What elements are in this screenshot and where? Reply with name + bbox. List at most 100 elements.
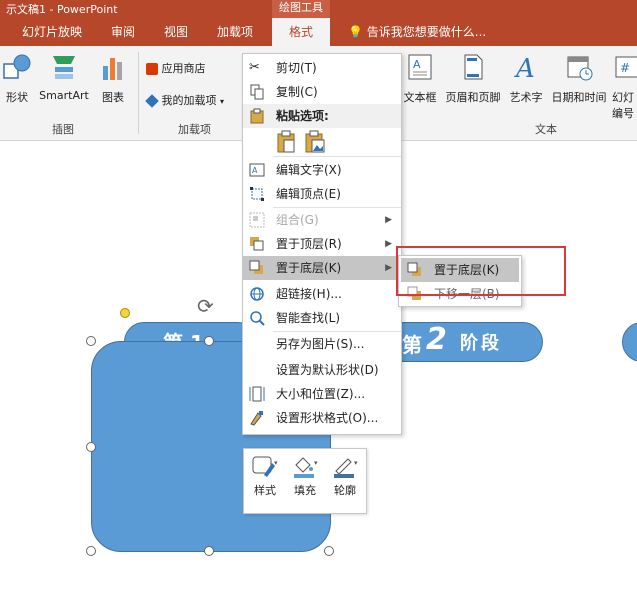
menu-item-save-as-picture[interactable]: 另存为图片(S)... bbox=[243, 332, 401, 356]
smartart-icon bbox=[53, 56, 75, 79]
svg-text:#: # bbox=[620, 61, 630, 75]
wordart-label: 艺术字 bbox=[509, 91, 543, 104]
chevron-right-icon: ▶ bbox=[385, 239, 392, 249]
chevron-right-icon: ▶ bbox=[385, 215, 392, 225]
paste-as-picture-button[interactable] bbox=[304, 130, 326, 157]
stage2-prefix: 第 bbox=[402, 333, 422, 357]
tell-me-box[interactable]: 💡 告诉我您想要做什么... bbox=[348, 18, 486, 46]
send-back-icon bbox=[249, 260, 263, 274]
wordart-button[interactable]: A 艺术字 bbox=[506, 52, 546, 105]
resize-handle-se[interactable] bbox=[324, 546, 334, 556]
slide-number-button[interactable]: # 幻灯 编号 bbox=[612, 52, 637, 121]
wordart-icon: A bbox=[514, 54, 535, 84]
smartart-label: SmartArt bbox=[39, 89, 89, 102]
header-footer-button[interactable]: 页眉和页脚 bbox=[442, 52, 504, 105]
datetime-label: 日期和时间 bbox=[551, 91, 607, 104]
tab-review[interactable]: 审阅 bbox=[111, 18, 135, 46]
stage2-suffix: 阶段 bbox=[460, 333, 502, 354]
svg-text:A: A bbox=[252, 166, 258, 175]
menu-item-group: 组合(G) ▶ bbox=[243, 208, 401, 232]
resize-handle-w[interactable] bbox=[86, 442, 96, 452]
lightbulb-icon: 💡 bbox=[348, 25, 363, 39]
copy-icon bbox=[250, 84, 264, 100]
textbox-button[interactable]: A 文本框 bbox=[398, 52, 442, 105]
header-footer-label: 页眉和页脚 bbox=[445, 91, 501, 104]
format-shape-icon bbox=[250, 411, 263, 426]
shape-style-icon: ▾ bbox=[252, 456, 278, 477]
smart-lookup-icon bbox=[250, 311, 265, 326]
chart-icon bbox=[103, 58, 122, 80]
rotate-handle-icon[interactable]: ⟳ bbox=[197, 294, 214, 318]
size-position-icon bbox=[249, 386, 265, 402]
adjust-handle[interactable] bbox=[120, 308, 130, 318]
pen-outline-icon: ▾ bbox=[334, 458, 358, 478]
datetime-button[interactable]: 日期和时间 bbox=[548, 52, 610, 105]
stage2-banner[interactable]: 第 2 阶段 bbox=[380, 322, 543, 362]
context-menu: ✂ 剪切(T) 复制(C) 粘贴选项: A 编辑文字(X) 编辑顶点(E) 组合… bbox=[242, 53, 402, 435]
tab-format[interactable]: 格式 bbox=[272, 18, 330, 46]
svg-text:A: A bbox=[514, 54, 535, 82]
addins-cube-icon bbox=[145, 94, 159, 108]
slide-number-icon: # bbox=[615, 56, 637, 78]
outline-button[interactable]: ▾ 轮廓 bbox=[326, 455, 364, 498]
illustrations-group-label: 插图 bbox=[52, 123, 74, 136]
store-label: 应用商店 bbox=[161, 62, 206, 75]
textbox-label: 文本框 bbox=[403, 91, 437, 104]
text-group-label: 文本 bbox=[535, 123, 557, 136]
resize-handle-sw[interactable] bbox=[86, 546, 96, 556]
menu-item-edit-text[interactable]: A 编辑文字(X) bbox=[243, 158, 401, 182]
menu-item-bring-to-front[interactable]: 置于顶层(R) ▶ bbox=[243, 232, 401, 256]
clipboard-icon bbox=[250, 108, 264, 124]
menu-item-hyperlink[interactable]: 超链接(H)... bbox=[243, 282, 401, 306]
hyperlink-icon bbox=[250, 287, 264, 301]
edit-text-icon: A bbox=[249, 163, 265, 177]
shapes-icon bbox=[3, 54, 31, 79]
drawing-tools-header: 绘图工具 bbox=[272, 0, 330, 18]
stage2-number: 2 bbox=[426, 322, 447, 357]
tell-me-text: 告诉我您想要做什么... bbox=[366, 25, 487, 39]
addins-group-label: 加载项 bbox=[178, 123, 211, 136]
chart-label: 图表 bbox=[102, 91, 124, 104]
menu-item-send-to-back[interactable]: 置于底层(K) ▶ bbox=[243, 256, 401, 280]
menu-item-copy[interactable]: 复制(C) bbox=[243, 80, 401, 104]
resize-handle-n[interactable] bbox=[204, 336, 214, 346]
menu-item-edit-points[interactable]: 编辑顶点(E) bbox=[243, 182, 401, 206]
svg-text:A: A bbox=[413, 58, 421, 71]
menu-item-set-default-shape[interactable]: 设置为默认形状(D) bbox=[243, 358, 401, 382]
style-label: 样式 bbox=[254, 484, 276, 497]
fill-button[interactable]: ▾ 填充 bbox=[286, 455, 324, 498]
paste-keep-source-button[interactable] bbox=[276, 130, 298, 157]
paste-picture-icon bbox=[305, 130, 325, 153]
my-addins-label: 我的加载项 bbox=[161, 94, 217, 107]
shapes-button[interactable]: 形状 bbox=[0, 52, 34, 105]
resize-handle-s[interactable] bbox=[204, 546, 214, 556]
shapes-label: 形状 bbox=[6, 91, 28, 104]
resize-handle-nw[interactable] bbox=[86, 336, 96, 346]
highlight-box bbox=[396, 246, 566, 296]
tab-addins[interactable]: 加载项 bbox=[217, 18, 253, 46]
group-icon bbox=[249, 212, 265, 228]
my-addins-button[interactable]: 我的加载项 ▾ bbox=[145, 92, 225, 108]
textbox-icon: A bbox=[408, 54, 432, 80]
menu-item-format-shape[interactable]: 设置形状格式(O)... bbox=[243, 406, 401, 430]
store-icon bbox=[146, 63, 158, 75]
smartart-button[interactable]: SmartArt bbox=[36, 52, 92, 102]
menu-header-paste-options: 粘贴选项: bbox=[243, 104, 401, 128]
ribbon-tabs: 幻灯片放映 审阅 视图 加载项 格式 💡 告诉我您想要做什么... bbox=[0, 18, 637, 46]
svg-text:▾: ▾ bbox=[314, 459, 318, 467]
store-button[interactable]: 应用商店 bbox=[146, 60, 206, 76]
menu-item-size-position[interactable]: 大小和位置(Z)... bbox=[243, 382, 401, 406]
style-button[interactable]: ▾ 样式 bbox=[246, 455, 284, 498]
chevron-down-icon: ▾ bbox=[220, 97, 225, 106]
menu-item-cut[interactable]: ✂ 剪切(T) bbox=[243, 56, 401, 80]
stage3-banner-partial[interactable] bbox=[622, 322, 637, 362]
window-title: 示文稿1 - PowerPoint bbox=[6, 3, 118, 16]
paint-bucket-icon: ▾ bbox=[294, 457, 318, 478]
chart-button[interactable]: 图表 bbox=[96, 52, 130, 105]
fill-label: 填充 bbox=[294, 484, 316, 497]
header-footer-icon bbox=[464, 54, 483, 80]
menu-item-smart-lookup[interactable]: 智能查找(L) bbox=[243, 306, 401, 330]
calendar-icon bbox=[567, 56, 593, 81]
tab-slideshow[interactable]: 幻灯片放映 bbox=[22, 18, 82, 46]
tab-view[interactable]: 视图 bbox=[164, 18, 188, 46]
